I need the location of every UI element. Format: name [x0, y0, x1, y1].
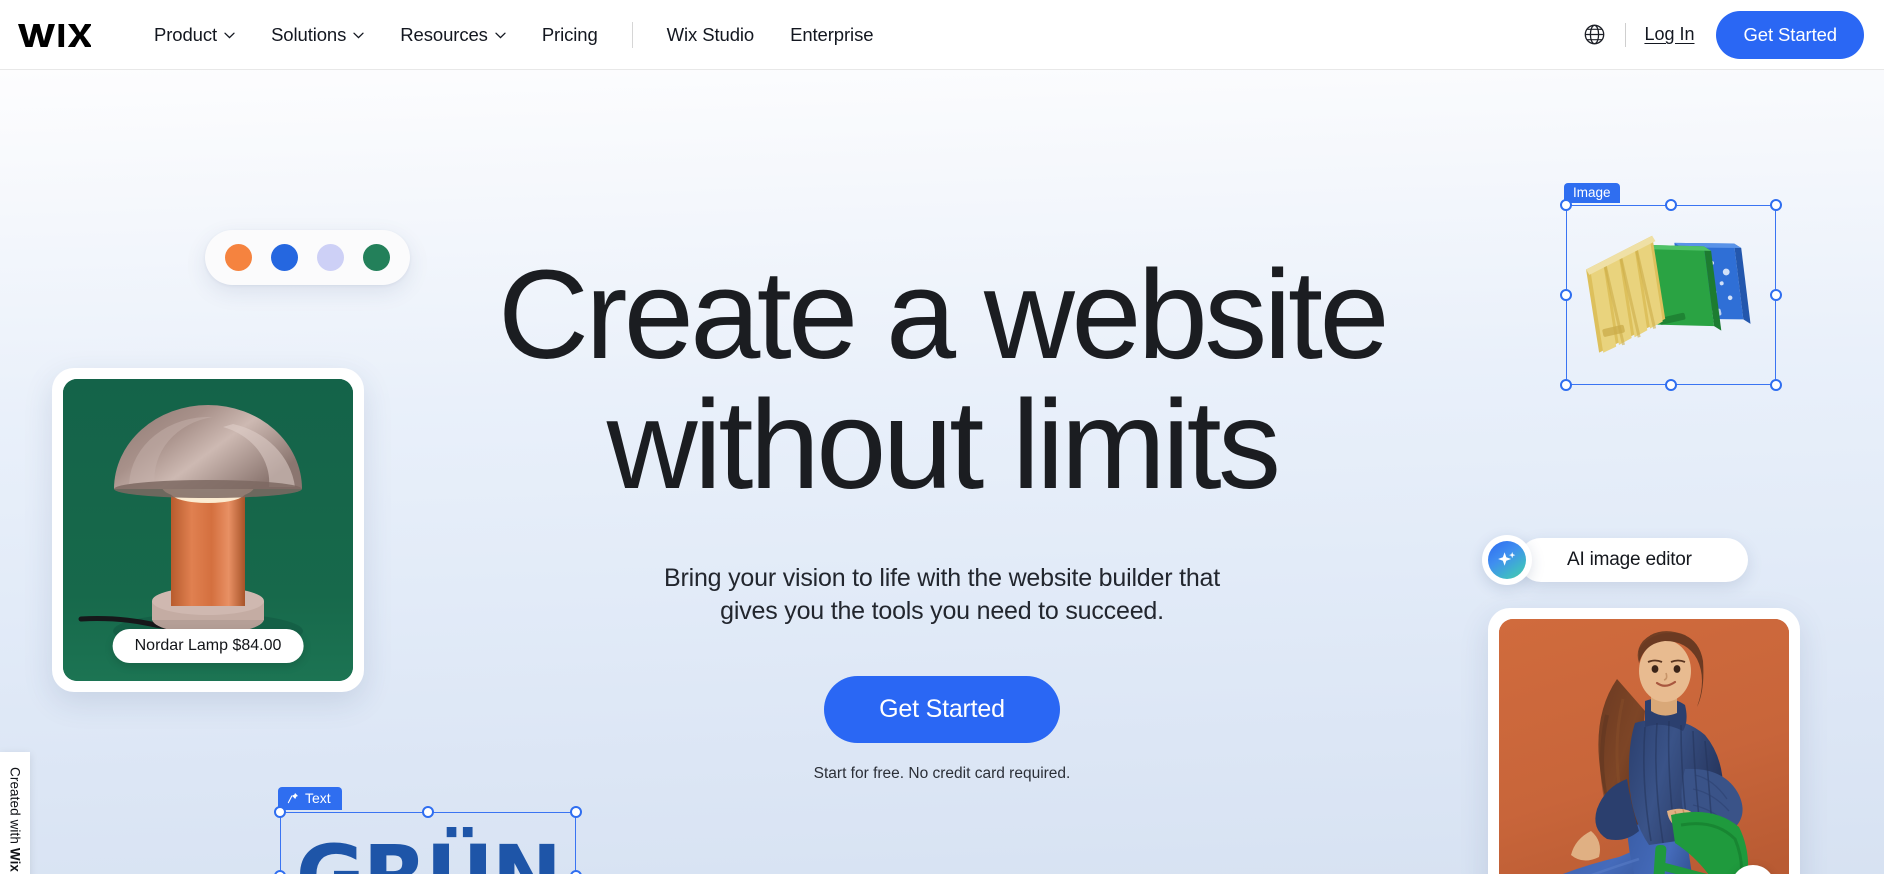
nav-item-enterprise[interactable]: Enterprise	[772, 16, 891, 54]
image-element-selection[interactable]: Image	[1560, 183, 1782, 391]
resize-handle-top-right[interactable]	[570, 806, 582, 818]
ai-sparkle-icon	[1488, 541, 1526, 579]
chevron-down-icon	[353, 32, 364, 39]
header-divider	[1625, 22, 1627, 47]
badge-prefix: Created with	[7, 767, 23, 849]
product-price-label: Nordar Lamp $84.00	[112, 629, 304, 663]
ai-image-editor-widget[interactable]: AI image editor	[1482, 535, 1748, 585]
chevron-down-icon	[495, 32, 506, 39]
resize-handle-middle-left[interactable]	[1560, 289, 1572, 301]
nav-divider	[631, 21, 633, 48]
nav-label: Pricing	[541, 23, 598, 45]
swatch-green[interactable]	[363, 244, 390, 271]
photo-content	[1499, 619, 1789, 874]
wix-logo[interactable]	[16, 18, 92, 52]
nav-item-solutions[interactable]: Solutions	[253, 16, 382, 54]
resize-handle-middle-right[interactable]	[570, 870, 582, 874]
product-card[interactable]: Nordar Lamp $84.00	[52, 368, 364, 692]
photo-card[interactable]	[1488, 608, 1800, 874]
resize-handle-top-center[interactable]	[422, 806, 434, 818]
resize-handle-top-left[interactable]	[274, 806, 286, 818]
hero-get-started-button[interactable]: Get Started	[824, 676, 1060, 744]
globe-icon[interactable]	[1577, 18, 1611, 52]
ai-image-editor-label[interactable]: AI image editor	[1519, 538, 1748, 582]
sponges-image	[1586, 235, 1751, 353]
color-palette-widget	[205, 230, 410, 285]
swatch-blue[interactable]	[271, 244, 298, 271]
created-with-wix-badge[interactable]: Created with Wix	[0, 752, 30, 874]
nav-label: Solutions	[271, 23, 347, 45]
site-header: Product Solutions Resources Pricing Wix …	[0, 0, 1884, 70]
grun-text-content: GRÜN	[296, 834, 562, 874]
selection-tag-image: Image	[1564, 183, 1620, 203]
swatch-orange[interactable]	[225, 244, 252, 271]
woman-portrait-illustration	[1499, 619, 1789, 874]
wix-wordmark-icon	[18, 23, 91, 47]
resize-handle-top-right[interactable]	[1770, 199, 1782, 211]
cta-disclaimer: Start for free. No credit card required.	[813, 765, 1071, 783]
chevron-down-icon	[224, 32, 235, 39]
nav-item-product[interactable]: Product	[136, 16, 253, 54]
nav-item-resources[interactable]: Resources	[382, 16, 524, 54]
login-link[interactable]: Log In	[1644, 24, 1694, 45]
resize-handle-top-center[interactable]	[1665, 199, 1677, 211]
product-photo: Nordar Lamp $84.00	[63, 379, 353, 681]
nav-label: Wix Studio	[666, 23, 755, 45]
header-get-started-button[interactable]: Get Started	[1716, 10, 1864, 59]
resize-handle-top-left[interactable]	[1560, 199, 1572, 211]
text-element-selection[interactable]: Text GRÜN	[274, 787, 582, 874]
subtitle-line-1: Bring your vision to life with the websi…	[664, 563, 1220, 592]
nav-label: Resources	[400, 23, 488, 45]
resize-handle-bottom-center[interactable]	[1665, 379, 1677, 391]
ai-orb-button[interactable]	[1482, 535, 1532, 585]
resize-handle-bottom-left[interactable]	[1560, 379, 1572, 391]
swatch-lavender[interactable]	[317, 244, 344, 271]
resize-handle-bottom-right[interactable]	[1770, 379, 1782, 391]
badge-brand: Wix	[7, 848, 23, 873]
nav-label: Enterprise	[790, 23, 874, 45]
nav-label: Product	[154, 23, 218, 45]
nav-item-wix-studio[interactable]: Wix Studio	[649, 16, 772, 54]
hero-section: Create a website without limits Bring yo…	[0, 70, 1884, 874]
resize-handle-middle-right[interactable]	[1770, 289, 1782, 301]
nav-item-pricing[interactable]: Pricing	[524, 16, 616, 54]
header-actions: Log In Get Started	[1577, 10, 1884, 59]
selection-tag-text: Text	[278, 787, 342, 810]
pin-icon	[287, 792, 299, 804]
primary-nav: Product Solutions Resources Pricing Wix …	[136, 16, 891, 54]
selection-tag-label: Text	[305, 790, 331, 806]
wix-homepage: Product Solutions Resources Pricing Wix …	[0, 0, 1884, 874]
created-with-wix-label: Created with Wix	[8, 767, 23, 872]
subtitle-line-2: gives you the tools you need to succeed.	[720, 597, 1164, 626]
